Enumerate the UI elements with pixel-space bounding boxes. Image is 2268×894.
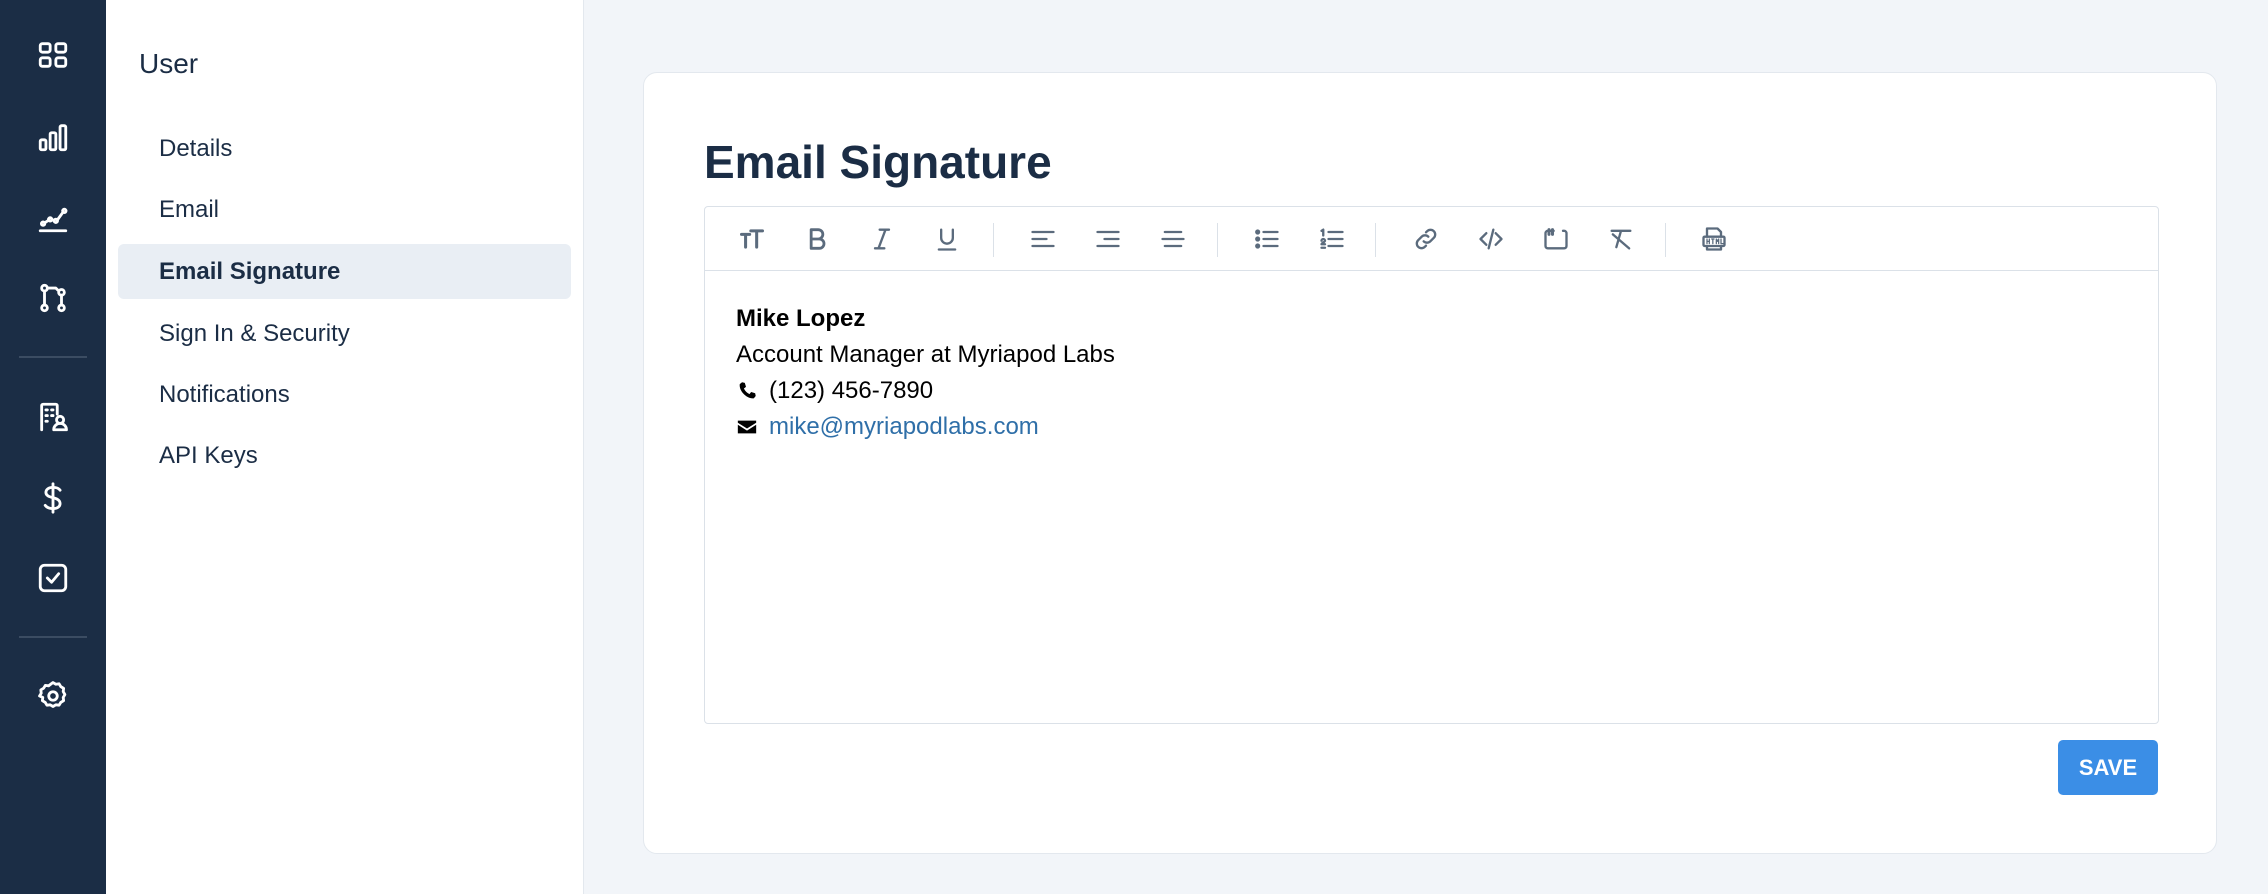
numbered-list-button[interactable] — [1314, 221, 1350, 257]
toolbar-separator — [993, 223, 994, 257]
align-center-button[interactable] — [1155, 221, 1191, 257]
page-title: Email Signature — [704, 136, 1052, 188]
icon-rail — [0, 0, 106, 894]
code-button[interactable] — [1473, 221, 1509, 257]
tasks-nav-button[interactable] — [21, 546, 85, 610]
underline-button[interactable] — [929, 221, 965, 257]
signature-content[interactable]: Mike Lopez Account Manager at Myriapod L… — [736, 301, 1115, 445]
html-button[interactable] — [1696, 221, 1732, 257]
dollar-icon — [43, 482, 62, 514]
signature-card: Email Signature Mike Lopez Account Manag… — [643, 72, 2217, 854]
link-icon — [1415, 228, 1437, 250]
clear-format-icon — [1610, 229, 1632, 250]
editor-toolbar — [705, 207, 2158, 271]
pipeline-nav-button[interactable] — [21, 266, 85, 330]
italic-button[interactable] — [864, 221, 900, 257]
subnav-item-api-keys[interactable]: API Keys — [118, 428, 571, 483]
italic-icon — [873, 228, 891, 250]
align-left-button[interactable] — [1025, 221, 1061, 257]
rail-divider — [19, 356, 87, 358]
bold-icon — [809, 228, 826, 250]
align-left-icon — [1031, 230, 1055, 248]
html-icon — [1702, 227, 1726, 251]
gear-icon — [38, 681, 67, 708]
numbered-list-icon — [1320, 228, 1344, 249]
signature-email-row: mike@myriapodlabs.com — [736, 409, 1115, 445]
phone-icon — [739, 382, 756, 399]
toolbar-separator — [1217, 223, 1218, 257]
align-center-icon — [1161, 230, 1185, 248]
pipeline-icon — [40, 283, 66, 313]
quote-button[interactable] — [1538, 221, 1574, 257]
code-icon — [1479, 228, 1503, 250]
align-right-icon — [1096, 230, 1120, 248]
signature-phone-row: (123) 456-7890 — [736, 373, 1115, 409]
align-right-button[interactable] — [1090, 221, 1126, 257]
user-settings-nav: User Details Email Email Signature Sign … — [106, 0, 584, 894]
signature-email-link[interactable]: mike@myriapodlabs.com — [769, 409, 1039, 445]
signature-phone: (123) 456-7890 — [769, 377, 934, 404]
link-button[interactable] — [1408, 221, 1444, 257]
signature-role: Account Manager at Myriapod Labs — [736, 341, 1115, 368]
signature-name: Mike Lopez — [736, 305, 866, 332]
signature-editor: Mike Lopez Account Manager at Myriapod L… — [704, 206, 2159, 724]
analytics-nav-button[interactable] — [21, 186, 85, 250]
reports-nav-button[interactable] — [21, 105, 85, 169]
billing-nav-button[interactable] — [21, 466, 85, 530]
font-size-button[interactable] — [734, 221, 770, 257]
save-button[interactable]: SAVE — [2058, 740, 2158, 795]
font-size-icon — [739, 229, 765, 249]
checkbox-icon — [38, 563, 68, 593]
toolbar-separator — [1375, 223, 1376, 257]
clear-format-button[interactable] — [1603, 221, 1639, 257]
subnav-title: User — [139, 48, 199, 79]
subnav-item-details[interactable]: Details — [118, 121, 571, 176]
bold-button[interactable] — [799, 221, 835, 257]
grid-icon — [38, 42, 68, 68]
bar-chart-icon — [38, 124, 68, 152]
envelope-icon — [737, 420, 757, 434]
underline-icon — [937, 228, 957, 251]
subnav-item-sign-in-security[interactable]: Sign In & Security — [118, 306, 571, 361]
quote-icon — [1544, 228, 1568, 250]
bullet-list-icon — [1255, 229, 1279, 249]
building-user-icon — [40, 402, 68, 432]
subnav-item-email[interactable]: Email — [118, 182, 571, 237]
subnav-item-email-signature[interactable]: Email Signature — [118, 244, 571, 299]
rail-divider — [19, 636, 87, 638]
subnav-item-notifications[interactable]: Notifications — [118, 367, 571, 422]
dashboard-nav-button[interactable] — [21, 23, 85, 87]
bullet-list-button[interactable] — [1249, 221, 1285, 257]
toolbar-separator — [1665, 223, 1666, 257]
settings-nav-button[interactable] — [21, 664, 85, 728]
line-chart-icon — [38, 207, 68, 233]
companies-nav-button[interactable] — [21, 385, 85, 449]
